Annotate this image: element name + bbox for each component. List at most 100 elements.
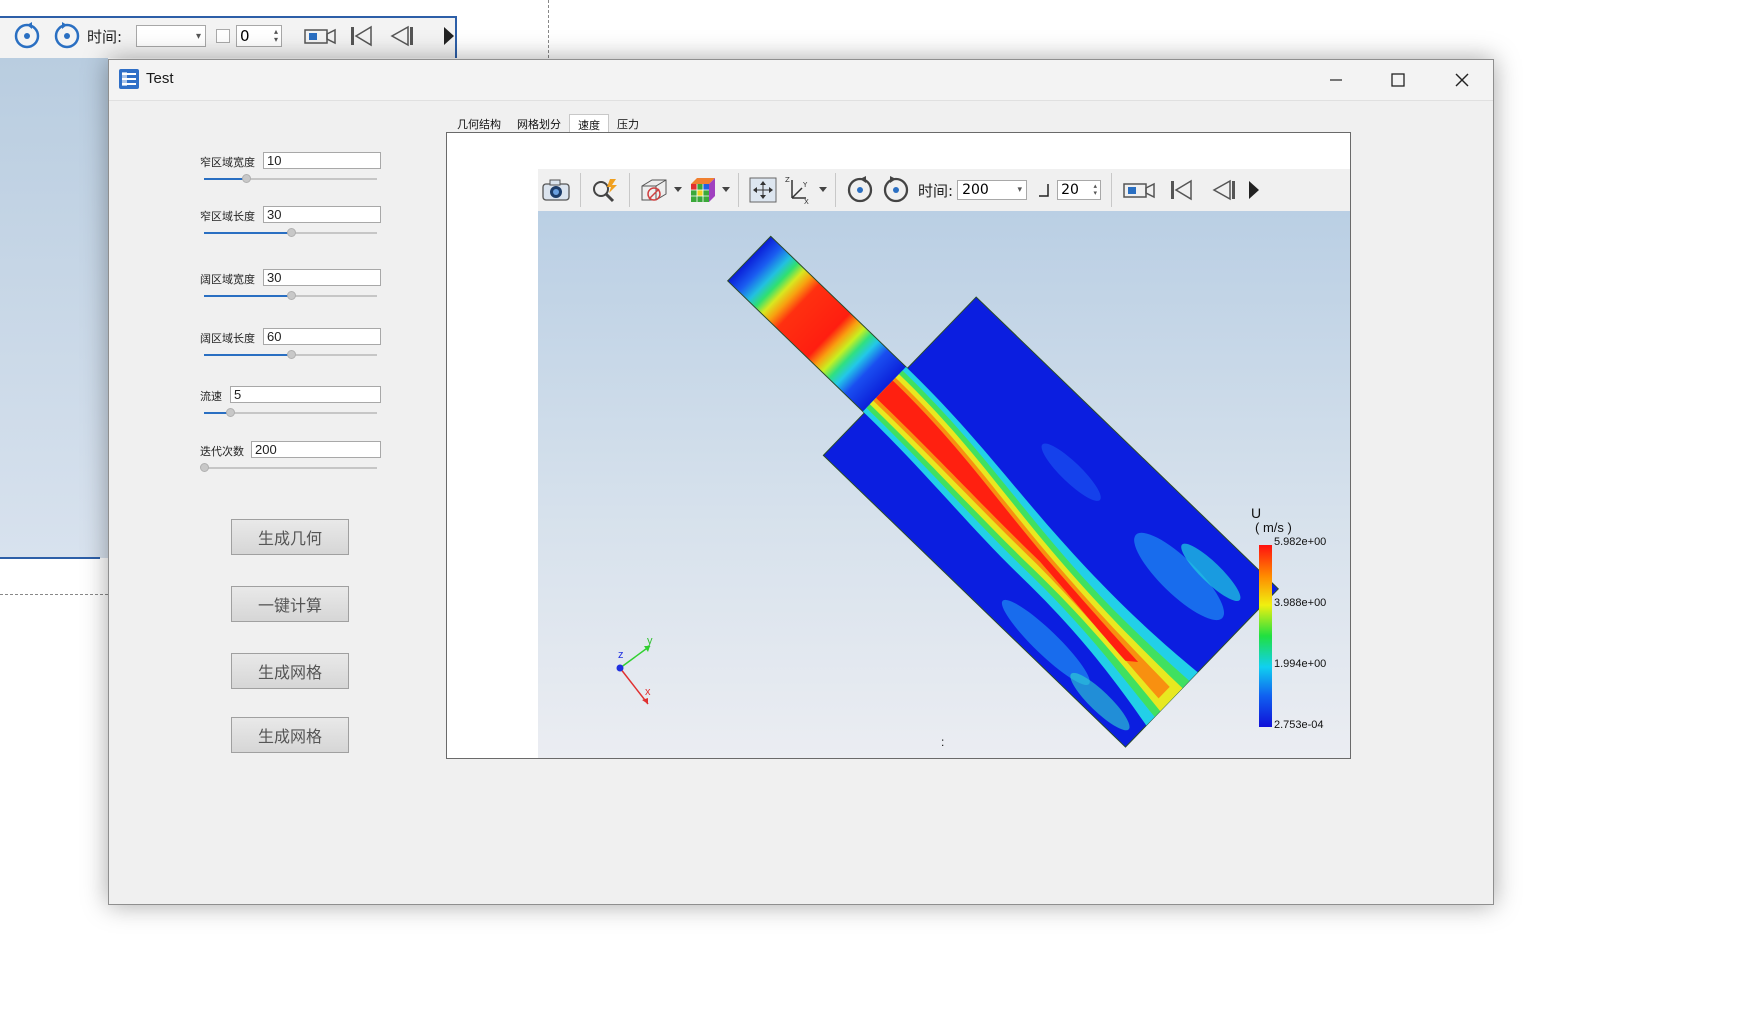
background-selection-line (0, 557, 100, 559)
background-first-frame-icon[interactable] (346, 22, 376, 50)
background-checkbox[interactable] (216, 22, 230, 50)
slider-fill (204, 295, 291, 297)
background-time-label: 时间: (87, 27, 123, 46)
tab-mesh[interactable]: 网格划分 (509, 114, 569, 133)
clip-plane-icon[interactable] (636, 174, 672, 206)
chevron-down-icon[interactable] (817, 174, 829, 206)
slider-thumb[interactable] (241, 174, 251, 183)
previous-frame-icon[interactable] (1202, 174, 1244, 206)
rotate-ccw-icon[interactable] (878, 174, 914, 206)
colorbar-tick-label: 3.988e+00 (1274, 597, 1327, 609)
slider-fill (204, 178, 246, 180)
background-dashed-line (0, 594, 108, 595)
maximize-button[interactable] (1367, 60, 1429, 100)
background-rotate-cw-icon[interactable] (12, 22, 42, 50)
background-viewport (0, 58, 108, 558)
slider-thumb[interactable] (286, 291, 296, 300)
render-view[interactable]: U ( m/s ) 5.982e+00 3.988e+00 1.994e+00 … (538, 211, 1350, 758)
wide-length-label: 阔区域长度 (200, 332, 255, 345)
generate-geometry-button[interactable]: 生成几何 (231, 519, 349, 555)
iteration-count-label: 迭代次数 (200, 445, 244, 458)
chevron-down-icon[interactable] (672, 174, 684, 206)
step-value: 20 (1061, 182, 1079, 198)
colorbar-unit: ( m/s ) (1255, 520, 1292, 535)
colorbar-min-label: 2.753e-04 (1274, 719, 1324, 731)
one-click-compute-button[interactable]: 一键计算 (231, 586, 349, 622)
screenshot-camera-icon[interactable] (538, 174, 574, 206)
slider-thumb[interactable] (200, 463, 209, 472)
narrow-width-slider[interactable] (204, 174, 377, 184)
close-button[interactable] (1431, 60, 1493, 100)
background-rotate-ccw-icon[interactable] (52, 22, 82, 50)
slider-track (204, 467, 377, 469)
play-icon[interactable] (1244, 174, 1262, 206)
chevron-down-icon: ▾ (136, 25, 206, 47)
color-cube-icon[interactable] (684, 174, 720, 206)
narrow-width-input[interactable]: 10 (263, 152, 381, 169)
narrow-length-label: 窄区域长度 (200, 210, 255, 223)
wide-length-slider[interactable] (204, 350, 377, 360)
step-spinbox[interactable]: 20 ▴ ▾ (1057, 180, 1102, 200)
flow-velocity-label: 流速 (200, 390, 222, 403)
status-text: : (941, 735, 945, 749)
tab-velocity[interactable]: 速度 (569, 114, 609, 133)
generate-mesh-button-2[interactable]: 生成网格 (231, 717, 349, 753)
background-spinbox[interactable]: 0 ▴ ▾ (236, 22, 282, 50)
wide-length-input[interactable]: 60 (263, 328, 381, 345)
axis-z-label: z (618, 649, 624, 661)
title-bar: Test (109, 60, 1493, 101)
main-window: Test 窄区域宽度 10 窄区域长度 30 阔区域宽度 30 阔区域长度 60 流速 5 迭代次数… (108, 59, 1494, 905)
background-prev-frame-icon[interactable] (386, 22, 416, 50)
wide-width-slider[interactable] (204, 291, 377, 301)
slider-fill (204, 354, 291, 356)
spin-arrows-icon: ▴ ▾ (273, 27, 278, 44)
rotate-cw-icon[interactable] (842, 174, 878, 206)
narrow-length-slider[interactable] (204, 228, 377, 238)
wide-width-label: 阔区域宽度 (200, 273, 255, 286)
flow-velocity-input[interactable]: 5 (230, 386, 381, 403)
slider-thumb[interactable] (225, 408, 235, 417)
colorbar-max-label: 5.982e+00 (1274, 536, 1327, 548)
background-next-icon[interactable] (440, 22, 456, 50)
toolbar-separator (629, 173, 630, 207)
slider-thumb[interactable] (286, 228, 296, 237)
minimize-button[interactable] (1305, 60, 1367, 100)
tab-geometry[interactable]: 几何结构 (449, 114, 509, 133)
chevron-down-icon[interactable] (720, 174, 732, 206)
slider-fill (204, 232, 291, 234)
tab-bar: 几何结构 网格划分 速度 压力 (449, 114, 647, 133)
colorbar-tick-label: 1.994e+00 (1274, 658, 1327, 670)
colorbar-scale (1259, 545, 1272, 727)
spin-arrows-icon: ▴ ▾ (1093, 182, 1098, 197)
app-icon (119, 69, 139, 89)
axes-orientation-icon[interactable]: Y X Z (781, 174, 817, 206)
velocity-contour-plot (616, 235, 1280, 748)
narrow-length-input[interactable]: 30 (263, 206, 381, 223)
toolbar-separator (835, 173, 836, 207)
background-guide-line (548, 0, 549, 58)
iteration-count-input[interactable]: 200 (251, 441, 381, 458)
axis-x-label: x (645, 686, 651, 698)
loop-checkbox[interactable] (1037, 180, 1051, 200)
wide-width-input[interactable]: 30 (263, 269, 381, 286)
tab-pressure[interactable]: 压力 (609, 114, 647, 133)
toolbar-separator (580, 173, 581, 207)
chevron-down-icon: ▾ (1017, 185, 1023, 195)
time-label: 时间: (918, 181, 954, 200)
iteration-count-slider[interactable] (200, 463, 377, 473)
background-record-icon[interactable] (302, 22, 338, 50)
svg-text:Y: Y (802, 181, 808, 189)
pan-move-icon[interactable] (745, 174, 781, 206)
narrow-width-label: 窄区域宽度 (200, 156, 255, 169)
svg-text:X: X (804, 198, 809, 204)
velocity-tab-panel: YXZ 时间: 200 ▾ 20 ▴ ▾ U (m/s) 5.982e+00… (446, 132, 1351, 759)
first-frame-icon[interactable] (1160, 174, 1202, 206)
time-step-combo[interactable]: 200 ▾ (957, 180, 1028, 200)
zoom-fit-icon[interactable] (587, 174, 623, 206)
flow-velocity-slider[interactable] (204, 408, 377, 418)
background-spin-value: 0 (240, 27, 250, 45)
generate-mesh-button[interactable]: 生成网格 (231, 653, 349, 689)
background-time-combo[interactable]: ▾ (136, 22, 206, 50)
slider-thumb[interactable] (286, 350, 296, 359)
record-video-icon[interactable] (1118, 174, 1160, 206)
